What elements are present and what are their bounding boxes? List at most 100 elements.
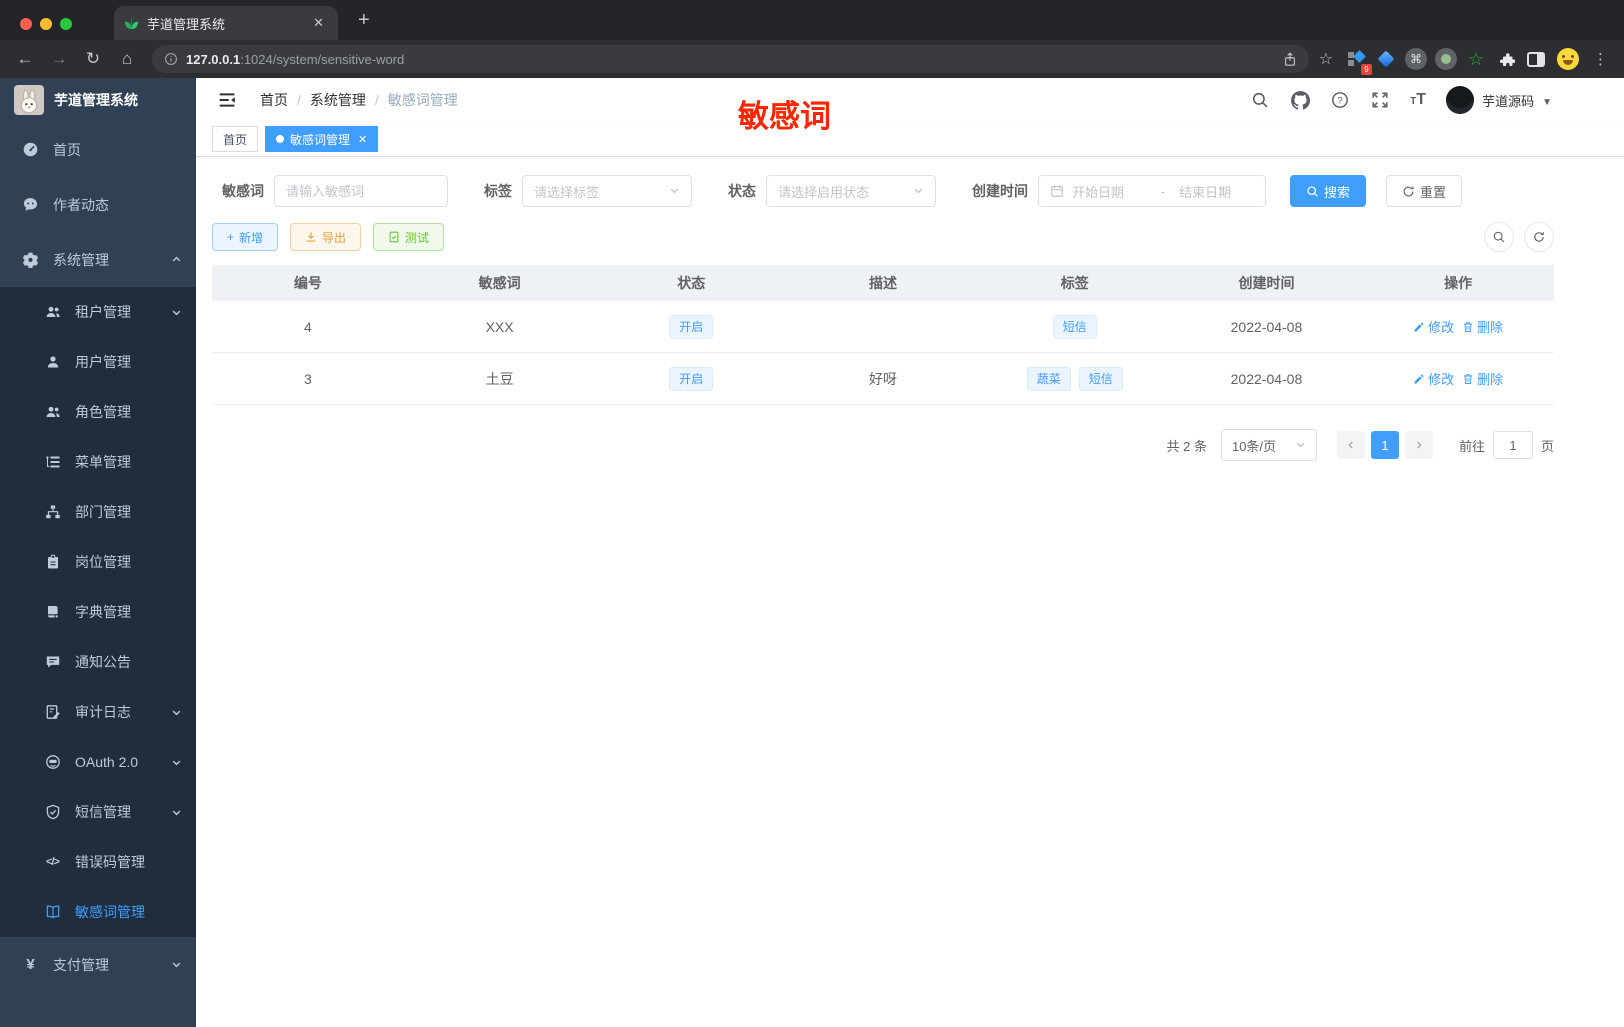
sidebar-item-home[interactable]: 首页 [0,122,196,177]
search-icon[interactable] [1250,90,1270,110]
tab-close-icon[interactable]: ✕ [309,15,328,31]
address-bar[interactable]: 127.0.0.1:1024/system/sensitive-word [152,45,1309,73]
close-window-button[interactable] [20,18,32,30]
status-filter-select[interactable]: 请选择启用状态 [766,175,936,207]
breadcrumb-system[interactable]: 系统管理 [310,90,366,110]
delete-link[interactable]: 删除 [1462,317,1503,336]
test-button[interactable]: 测试 [373,223,445,251]
side-panel-button[interactable] [1523,46,1549,72]
toggle-search-icon[interactable] [1484,222,1514,252]
word-input[interactable] [286,183,436,199]
chevron-down-icon [913,184,924,199]
sidebar-item-tenant[interactable]: 租户管理 [0,287,196,337]
col-id: 编号 [293,275,322,291]
cell-id: 4 [303,318,312,335]
col-date: 创建时间 [1238,275,1295,291]
window-controls [0,18,92,40]
sidebar-item-sensitive-word[interactable]: 敏感词管理 [0,887,196,937]
tag-filter-select[interactable]: 请选择标签 [522,175,692,207]
sidebar-item-dict[interactable]: 字典管理 [0,587,196,637]
sidebar-item-user[interactable]: 用户管理 [0,337,196,387]
user-menu[interactable]: 芋道源码 ▼ [1446,86,1552,114]
date-range-picker[interactable]: 开始日期 - 结束日期 [1038,175,1266,207]
sidebar-item-dept[interactable]: 部门管理 [0,487,196,537]
sidebar-item-sms[interactable]: 短信管理 [0,787,196,837]
sidebar-logo[interactable]: 芋道管理系统 [0,78,196,122]
filter-tag-label: 标签 [484,183,512,199]
github-icon[interactable] [1290,90,1310,110]
sidebar-item-role[interactable]: 角色管理 [0,387,196,437]
reset-button[interactable]: 重置 [1386,175,1463,207]
sidebar-item-audit-log[interactable]: 审计日志 [0,687,196,737]
command-circle-icon: ⌘ [1405,48,1427,70]
pagination: 共 2 条 10条/页 1 前往 1 页 [212,429,1554,461]
site-info-icon[interactable] [164,52,178,66]
refresh-icon[interactable] [1524,222,1554,252]
svg-text:?: ? [1338,95,1343,106]
zoom-window-button[interactable] [60,18,72,30]
fullscreen-icon[interactable] [1370,90,1390,110]
browser-tab[interactable]: 芋道管理系统 ✕ [114,6,338,40]
tab-close-icon[interactable]: ✕ [358,133,367,146]
cell-word: 土豆 [485,370,514,387]
extension-green-star[interactable]: ☆ [1463,46,1489,72]
sidebar-item-oauth[interactable]: OAuth 2.0 [0,737,196,787]
col-word: 敏感词 [478,275,521,291]
delete-link[interactable]: 删除 [1462,369,1503,388]
col-status: 状态 [677,275,706,291]
tag-badge: 短信 [1078,366,1123,391]
oauth-icon [44,754,61,771]
dashboard-icon [22,141,39,158]
sidebar-collapse-icon[interactable] [216,89,238,111]
export-button[interactable]: 导出 [290,223,362,251]
extension-command[interactable]: ⌘ [1403,46,1429,72]
tag-badge: 蔬菜 [1026,366,1071,391]
extension-blue-gem[interactable] [1373,46,1399,72]
sidebar-item-errcode[interactable]: </> 错误码管理 [0,837,196,887]
prev-page-button[interactable] [1336,431,1365,459]
reload-icon[interactable]: ↻ [78,45,108,73]
new-tab-button[interactable]: + [352,9,376,32]
help-icon[interactable]: ? [1330,90,1350,110]
puzzle-icon [1499,52,1515,66]
word-filter-input[interactable] [274,175,448,207]
minimize-window-button[interactable] [40,18,52,30]
sidebar-item-author-news[interactable]: 作者动态 [0,177,196,232]
sidebar-item-system[interactable]: 系统管理 [0,232,196,287]
page-tab-home[interactable]: 首页 [212,126,259,152]
edit-link[interactable]: 修改 [1413,369,1454,388]
share-icon[interactable] [1283,51,1297,67]
forward-icon[interactable]: → [44,45,74,73]
main-area: 敏感词 首页 / 系统管理 / 敏感词管理 ? T T 芋道源码 ▼ 首页 敏感… [196,78,1624,1027]
next-page-button[interactable] [1404,431,1433,459]
blue-gem-icon [1377,50,1395,68]
page-size-select[interactable]: 10条/页 [1220,429,1317,461]
page-tab-sensitive-word[interactable]: 敏感词管理 ✕ [265,126,379,152]
extension-grid-diamond[interactable]: 9 [1343,46,1372,75]
extension-green-dot[interactable] [1433,46,1459,72]
home-icon[interactable]: ⌂ [112,45,142,73]
browser-menu-icon[interactable]: ⋮ [1587,50,1614,68]
sidebar-submenu-system: 租户管理 用户管理 角色管理 菜单管理 部门管理 岗位管理 字典管理 通知公告 … [0,287,196,937]
col-desc: 描述 [869,275,898,291]
back-icon[interactable]: ← [10,45,40,73]
sidebar-item-post[interactable]: 岗位管理 [0,537,196,587]
goto-page-input[interactable] [1492,431,1533,459]
edit-link[interactable]: 修改 [1413,317,1454,336]
search-button[interactable]: 搜索 [1290,175,1367,207]
bookmark-star-icon[interactable]: ☆ [1319,49,1333,69]
cell-date: 2022-04-08 [1230,318,1303,335]
chevron-down-icon [1295,438,1306,453]
font-size-icon[interactable]: TT [1410,91,1426,109]
page-number-button[interactable]: 1 [1370,431,1399,459]
add-button[interactable]: + 新增 [212,223,279,251]
org-chart-icon [44,504,61,521]
extensions-menu[interactable] [1493,46,1519,72]
profile-avatar[interactable] [1557,48,1579,70]
sidebar-item-notice[interactable]: 通知公告 [0,637,196,687]
sidebar-item-payment[interactable]: ¥ 支付管理 [0,937,196,992]
trash-icon [1463,321,1473,332]
sidebar-item-menu[interactable]: 菜单管理 [0,437,196,487]
menu-tree-icon [44,454,61,471]
breadcrumb-home[interactable]: 首页 [260,90,288,110]
